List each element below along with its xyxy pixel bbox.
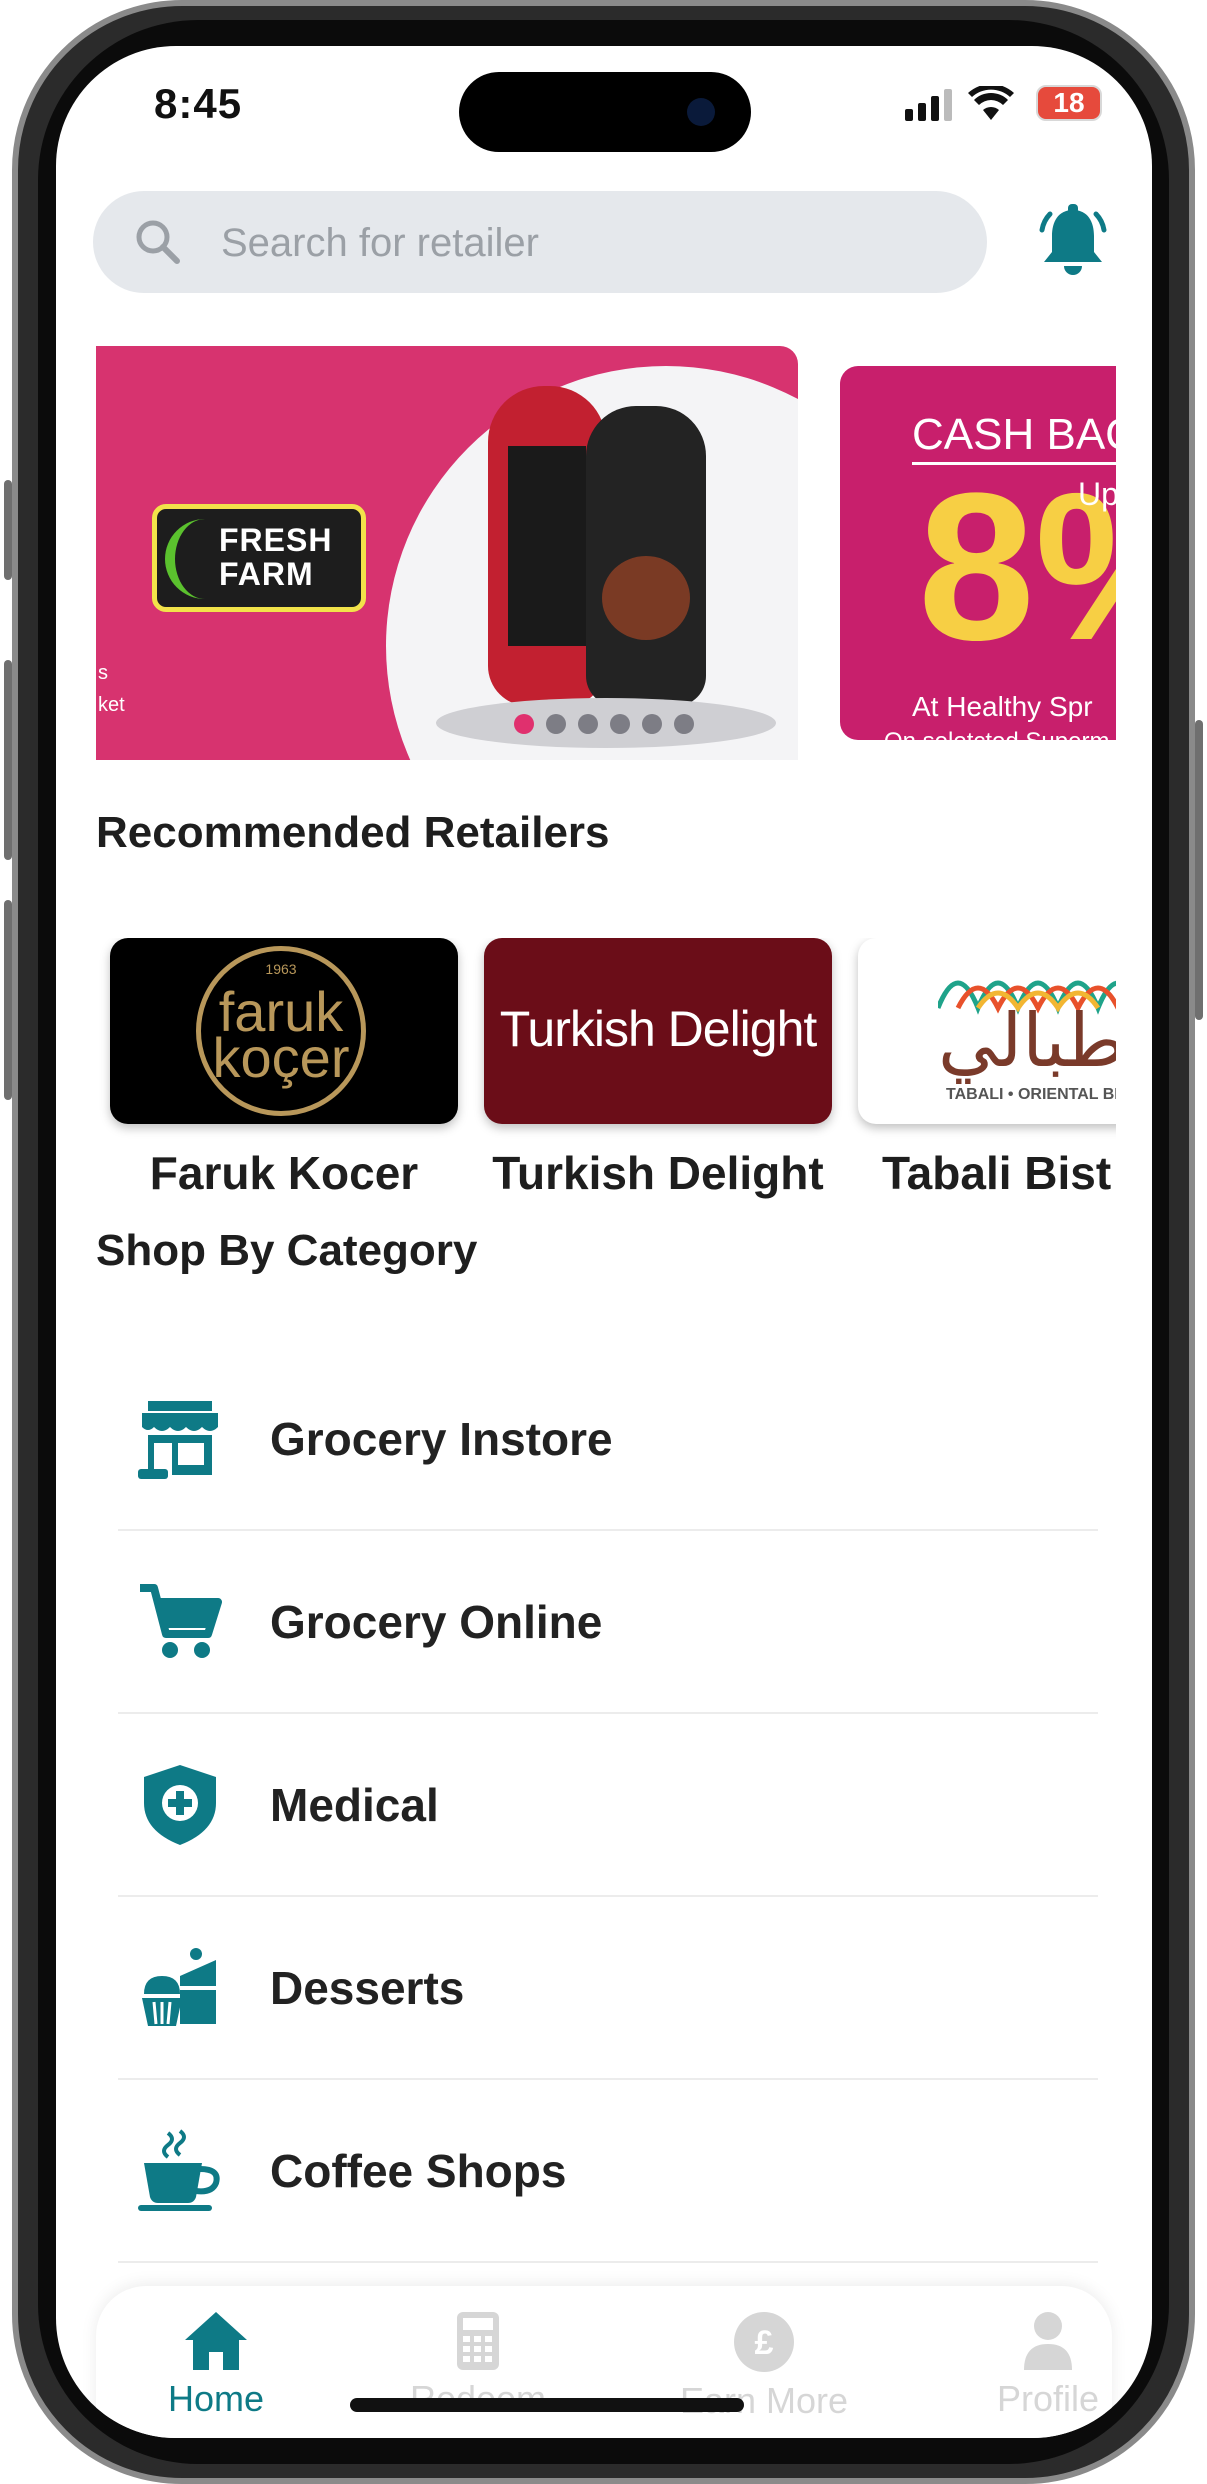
wifi-icon	[968, 86, 1014, 120]
svg-text:£: £	[755, 2324, 774, 2362]
faruk-kocer-logo-text: faruk koçer	[212, 980, 350, 1089]
category-label: Grocery Online	[270, 1595, 603, 1648]
tabali-logo-arabic: طبالي	[938, 998, 1116, 1084]
dynamic-island	[459, 72, 751, 152]
camera-icon	[687, 98, 715, 126]
category-list: Grocery Instore Grocery Online Medical D…	[118, 1348, 1098, 2263]
fresh-farm-logo: FRESH FARM	[152, 504, 366, 612]
category-coffee-shops[interactable]: Coffee Shops	[118, 2080, 1098, 2263]
category-label: Coffee Shops	[270, 2144, 567, 2197]
carousel-dots	[514, 714, 694, 734]
category-medical[interactable]: Medical	[118, 1714, 1098, 1897]
search-icon	[136, 220, 180, 264]
recommended-title: Recommended Retailers	[96, 808, 610, 857]
retailer-name: Turkish Delight	[492, 1147, 824, 1199]
carousel-dot[interactable]	[674, 714, 694, 734]
cashback-up-text: Up	[1078, 476, 1116, 512]
nav-home[interactable]: Home	[116, 2310, 316, 2420]
nav-label: Home	[167, 2378, 265, 2419]
category-label: Medical	[270, 1778, 439, 1831]
category-grocery-online[interactable]: Grocery Online	[118, 1531, 1098, 1714]
carousel-dot[interactable]	[546, 714, 566, 734]
battery-icon: 18	[1036, 85, 1102, 121]
calculator-icon	[457, 2312, 499, 2370]
side-button	[4, 480, 12, 580]
banner-cropped-text: ket	[98, 694, 125, 716]
nav-label: Profile	[996, 2378, 1100, 2419]
promo-carousel[interactable]: s ket FRESH FARM CASH BAC 8% Up At Healt	[96, 346, 1116, 766]
retailer-name: Faruk Kocer	[149, 1147, 419, 1199]
leaf-icon	[165, 519, 215, 599]
retailer-name: Tabali Bist	[882, 1147, 1112, 1199]
category-label: Desserts	[270, 1961, 465, 2014]
product-image-burger	[586, 406, 706, 706]
home-icon	[185, 2312, 247, 2370]
carousel-dot[interactable]	[610, 714, 630, 734]
carousel-dot[interactable]	[514, 714, 534, 734]
promo-banner-fresh-farm[interactable]: s ket FRESH FARM	[96, 346, 798, 760]
side-button	[1195, 720, 1203, 1020]
promo-banner-cashback[interactable]: CASH BAC 8% Up At Healthy Spr On seletct…	[840, 366, 1116, 740]
search-bar[interactable]	[93, 191, 987, 295]
home-indicator[interactable]	[350, 2398, 744, 2412]
banner-cropped-text: s	[98, 662, 108, 684]
nav-profile[interactable]: Profile	[948, 2310, 1148, 2420]
side-button	[4, 900, 12, 1100]
bottom-nav: Home Redeem £ Earn More	[96, 2286, 1112, 2438]
turkish-delight-logo-text: Turkish Delight	[499, 1001, 818, 1057]
category-label: Grocery Instore	[270, 1412, 613, 1465]
app-screen: 8:45 18 s ket	[56, 46, 1152, 2438]
categories-title: Shop By Category	[96, 1226, 478, 1275]
search-input[interactable]	[219, 191, 943, 295]
notification-bell-icon[interactable]	[1036, 204, 1110, 282]
faruk-kocer-logo-mark: 1963 faruk koçer	[196, 946, 366, 1116]
carousel-dot[interactable]	[642, 714, 662, 734]
category-desserts[interactable]: Desserts	[118, 1897, 1098, 2080]
tabali-logo-subtitle: TABALI • ORIENTAL BISTR	[946, 1086, 1116, 1103]
category-grocery-instore[interactable]: Grocery Instore	[118, 1348, 1098, 1531]
medical-shield-icon	[144, 1764, 216, 1845]
cart-icon	[140, 1583, 222, 1658]
tabali-logo: طبالي TABALI • ORIENTAL BISTR	[858, 938, 1116, 1124]
cake-icon	[142, 1947, 216, 2026]
faruk-kocer-logo: 1963 faruk koçer	[110, 938, 458, 1124]
turkish-delight-logo: Turkish Delight	[484, 938, 832, 1124]
store-icon	[138, 1400, 218, 1479]
status-time: 8:45	[154, 80, 243, 127]
faruk-kocer-logo-year: 1963	[265, 961, 297, 977]
status-icons: 18	[905, 85, 1102, 122]
cashback-note: On seletcted Superm	[884, 728, 1109, 740]
signal-icon	[905, 87, 952, 121]
fresh-farm-logo-text: FRESH FARM	[219, 522, 333, 592]
user-icon	[1024, 2312, 1072, 2370]
coffee-cup-icon	[138, 2128, 220, 2211]
cashback-at-text: At Healthy Spr	[912, 691, 1093, 722]
side-button	[4, 660, 12, 860]
pound-coin-icon: £	[734, 2312, 794, 2372]
carousel-dot[interactable]	[578, 714, 598, 734]
retailers-carousel[interactable]: 1963 faruk koçer Faruk Kocer Turkish Del…	[96, 938, 1116, 1218]
